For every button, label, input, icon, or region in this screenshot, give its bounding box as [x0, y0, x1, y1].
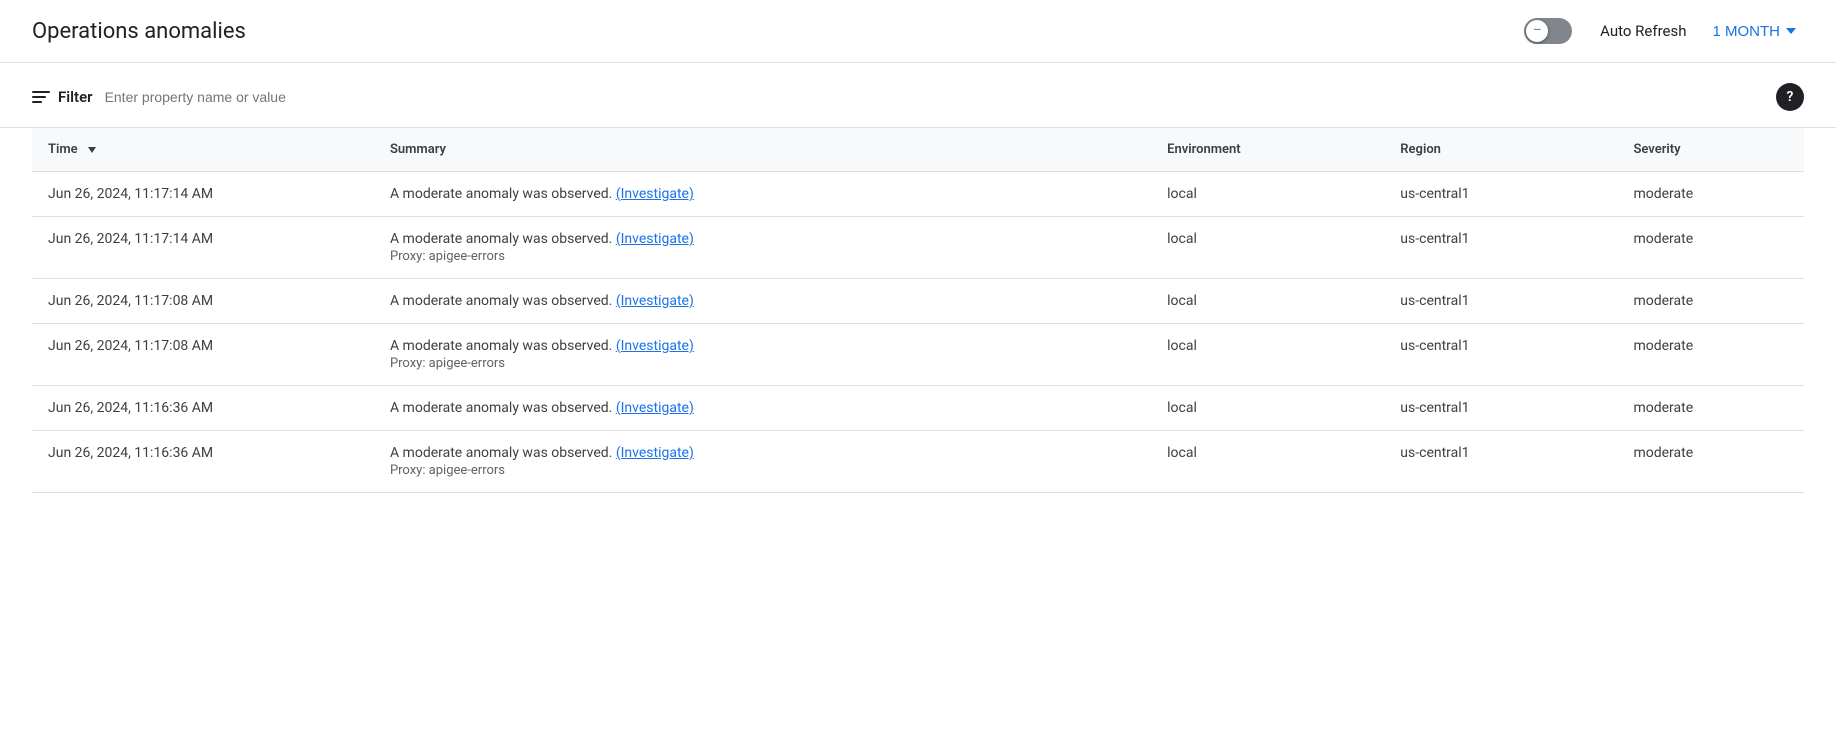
cell-region: us-central1	[1384, 431, 1617, 493]
cell-time: Jun 26, 2024, 11:16:36 AM	[32, 386, 374, 431]
cell-region: us-central1	[1384, 386, 1617, 431]
investigate-link[interactable]: (Investigate)	[616, 400, 694, 416]
summary-text: A moderate anomaly was observed.	[390, 445, 616, 461]
summary-text: A moderate anomaly was observed.	[390, 293, 616, 309]
time-range-button[interactable]: 1 MONTH	[1705, 19, 1805, 44]
anomalies-table-container: Time Summary Environment Region Severity…	[0, 128, 1836, 493]
cell-region: us-central1	[1384, 172, 1617, 217]
cell-environment: local	[1151, 431, 1384, 493]
cell-summary: A moderate anomaly was observed. (Invest…	[374, 386, 1151, 431]
investigate-link[interactable]: (Investigate)	[616, 445, 694, 461]
summary-text: A moderate anomaly was observed.	[390, 231, 616, 247]
summary-text: A moderate anomaly was observed.	[390, 186, 616, 202]
cell-severity: moderate	[1617, 172, 1804, 217]
cell-time: Jun 26, 2024, 11:17:08 AM	[32, 324, 374, 386]
table-row: Jun 26, 2024, 11:16:36 AMA moderate anom…	[32, 431, 1804, 493]
filter-bar: Filter ?	[0, 63, 1836, 128]
proxy-info: Proxy: apigee-errors	[390, 356, 1135, 371]
cell-summary: A moderate anomaly was observed. (Invest…	[374, 279, 1151, 324]
col-header-time[interactable]: Time	[32, 128, 374, 171]
cell-summary: A moderate anomaly was observed. (Invest…	[374, 324, 1151, 386]
filter-label: Filter	[58, 88, 93, 106]
table-row: Jun 26, 2024, 11:16:36 AMA moderate anom…	[32, 386, 1804, 431]
cell-environment: local	[1151, 172, 1384, 217]
cell-summary: A moderate anomaly was observed. (Invest…	[374, 217, 1151, 279]
cell-summary: A moderate anomaly was observed. (Invest…	[374, 431, 1151, 493]
auto-refresh-toggle[interactable]	[1524, 18, 1572, 44]
cell-severity: moderate	[1617, 217, 1804, 279]
table-row: Jun 26, 2024, 11:17:14 AMA moderate anom…	[32, 217, 1804, 279]
table-row: Jun 26, 2024, 11:17:08 AMA moderate anom…	[32, 324, 1804, 386]
table-row: Jun 26, 2024, 11:17:08 AMA moderate anom…	[32, 279, 1804, 324]
toggle-track	[1524, 18, 1572, 44]
col-header-environment: Environment	[1151, 128, 1384, 172]
table-header-row: Time Summary Environment Region Severity	[32, 128, 1804, 172]
cell-environment: local	[1151, 386, 1384, 431]
sort-arrow-icon	[88, 147, 96, 153]
cell-summary: A moderate anomaly was observed. (Invest…	[374, 172, 1151, 217]
cell-time: Jun 26, 2024, 11:17:08 AM	[32, 279, 374, 324]
cell-region: us-central1	[1384, 279, 1617, 324]
summary-text: A moderate anomaly was observed.	[390, 400, 616, 416]
filter-icon	[32, 91, 50, 103]
investigate-link[interactable]: (Investigate)	[616, 338, 694, 354]
cell-time: Jun 26, 2024, 11:16:36 AM	[32, 431, 374, 493]
cell-time: Jun 26, 2024, 11:17:14 AM	[32, 217, 374, 279]
toggle-thumb	[1526, 20, 1548, 42]
cell-environment: local	[1151, 279, 1384, 324]
auto-refresh-label: Auto Refresh	[1600, 22, 1686, 40]
col-header-severity: Severity	[1617, 128, 1804, 172]
proxy-info: Proxy: apigee-errors	[390, 249, 1135, 264]
cell-severity: moderate	[1617, 386, 1804, 431]
anomalies-table: Time Summary Environment Region Severity…	[32, 128, 1804, 493]
investigate-link[interactable]: (Investigate)	[616, 293, 694, 309]
cell-environment: local	[1151, 324, 1384, 386]
cell-severity: moderate	[1617, 431, 1804, 493]
cell-region: us-central1	[1384, 217, 1617, 279]
time-range-label: 1 MONTH	[1713, 23, 1781, 40]
cell-region: us-central1	[1384, 324, 1617, 386]
filter-input[interactable]	[105, 89, 1764, 105]
cell-time: Jun 26, 2024, 11:17:14 AM	[32, 172, 374, 217]
summary-text: A moderate anomaly was observed.	[390, 338, 616, 354]
col-header-region: Region	[1384, 128, 1617, 172]
filter-icon-area: Filter	[32, 88, 93, 106]
cell-severity: moderate	[1617, 279, 1804, 324]
help-icon[interactable]: ?	[1776, 83, 1804, 111]
proxy-info: Proxy: apigee-errors	[390, 463, 1135, 478]
col-header-summary: Summary	[374, 128, 1151, 172]
page-header: Operations anomalies Auto Refresh 1 MONT…	[0, 0, 1836, 63]
cell-environment: local	[1151, 217, 1384, 279]
chevron-down-icon	[1786, 28, 1796, 34]
investigate-link[interactable]: (Investigate)	[616, 231, 694, 247]
investigate-link[interactable]: (Investigate)	[616, 186, 694, 202]
table-row: Jun 26, 2024, 11:17:14 AMA moderate anom…	[32, 172, 1804, 217]
header-controls: Auto Refresh 1 MONTH	[1524, 18, 1804, 44]
page-title: Operations anomalies	[32, 19, 246, 44]
cell-severity: moderate	[1617, 324, 1804, 386]
